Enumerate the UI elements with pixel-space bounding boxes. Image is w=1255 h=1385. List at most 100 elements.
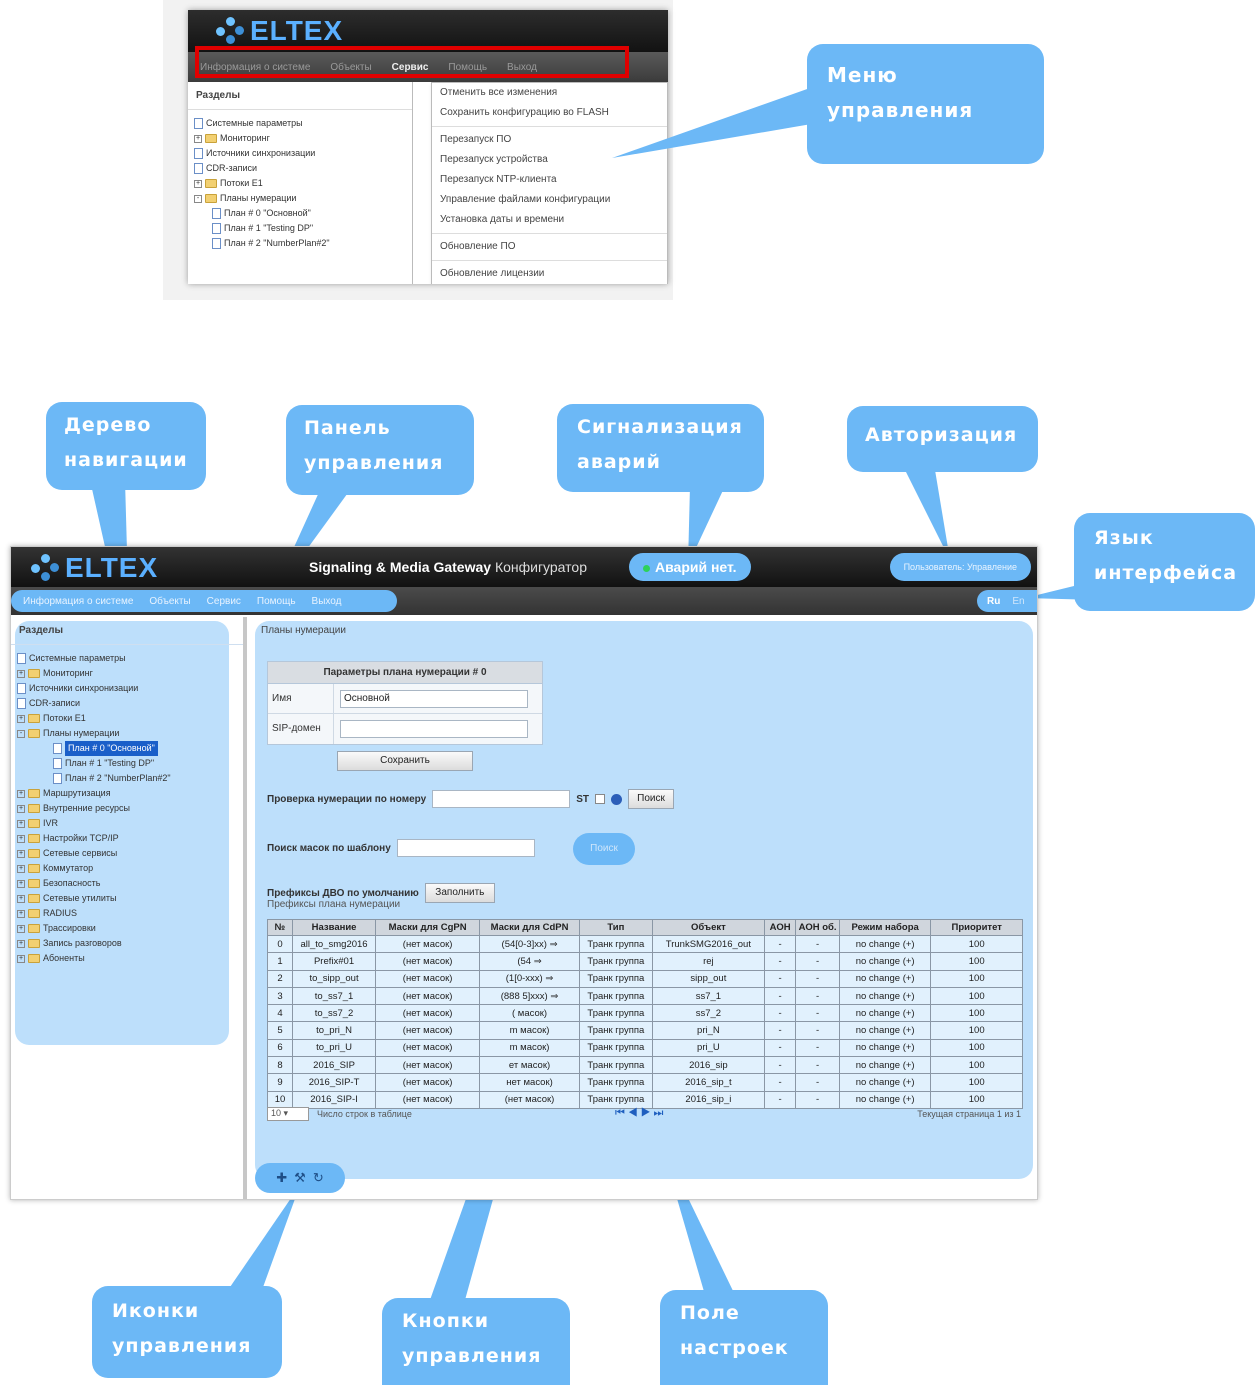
expand-icon[interactable]: + bbox=[17, 864, 25, 873]
tree-item[interactable]: + Внутренние ресурсы bbox=[17, 801, 237, 816]
expand-icon[interactable]: + bbox=[17, 909, 25, 918]
expand-icon[interactable]: + bbox=[17, 849, 25, 858]
main-menu-item[interactable]: Сервис bbox=[207, 596, 241, 607]
main-menu-item[interactable]: Помощь bbox=[257, 596, 296, 607]
dropdown-item[interactable]: Управление файлами конфигурации bbox=[432, 190, 667, 210]
expand-icon[interactable]: + bbox=[17, 924, 25, 933]
tree-item[interactable]: План # 1 "Testing DP" bbox=[17, 756, 237, 771]
prev-page-icon[interactable]: ◀ bbox=[628, 1107, 641, 1119]
dropdown-item[interactable]: Обновление лицензии bbox=[432, 264, 667, 284]
table-row[interactable]: 5 to_pri_N (нет масок) m масок) Транк группа… bbox=[267, 1021, 1023, 1040]
table-row[interactable]: 0 all_to_smg2016 (нет масок) (54[0-3]xx) ⇒ Т… bbox=[267, 934, 1023, 954]
tree-item[interactable]: Системные параметры bbox=[194, 116, 406, 131]
tree-item[interactable]: План # 1 "Testing DP" bbox=[194, 221, 406, 236]
expand-icon[interactable]: + bbox=[194, 179, 202, 188]
column-header[interactable]: Маски для CgPN bbox=[375, 919, 481, 936]
fill-button[interactable]: Заполнить bbox=[424, 883, 495, 903]
expand-icon[interactable]: + bbox=[17, 879, 25, 888]
tree-item[interactable]: + IVR bbox=[17, 816, 237, 831]
alarm-indicator[interactable]: Аварий нет. bbox=[629, 553, 751, 581]
tools-icon[interactable]: ⚒ bbox=[294, 1170, 306, 1186]
expand-icon[interactable]: + bbox=[17, 894, 25, 903]
expand-icon[interactable]: + bbox=[194, 134, 202, 143]
lang-ru-button[interactable]: Ru bbox=[987, 596, 1000, 607]
expand-icon[interactable]: + bbox=[17, 669, 25, 678]
tree-item[interactable]: + Мониторинг bbox=[17, 666, 237, 681]
dropdown-item[interactable]: Перезапуск устройства bbox=[432, 150, 667, 170]
expand-icon[interactable]: + bbox=[17, 789, 25, 798]
tree-item[interactable]: - Планы нумерации bbox=[194, 191, 406, 206]
tree-item[interactable]: + Мониторинг bbox=[194, 131, 406, 146]
mask-search-input[interactable] bbox=[396, 839, 535, 857]
add-icon[interactable]: ✚ bbox=[276, 1170, 287, 1186]
tree-item[interactable]: + Безопасность bbox=[17, 876, 237, 891]
column-header[interactable]: № bbox=[267, 919, 293, 936]
sip-domain-input[interactable] bbox=[340, 720, 528, 738]
last-page-icon[interactable]: ⏭ bbox=[654, 1107, 667, 1119]
tree-item[interactable]: + RADIUS bbox=[17, 906, 237, 921]
tree-item[interactable]: План # 0 "Основной" bbox=[17, 741, 237, 756]
dropdown-item[interactable]: Обновление ПО bbox=[432, 237, 667, 257]
check-number-input[interactable] bbox=[432, 790, 571, 808]
table-row[interactable]: 2 to_sipp_out (нет масок) (1[0-xxx) ⇒ Транк … bbox=[267, 969, 1023, 988]
dropdown-item[interactable]: Установка даты и времени bbox=[432, 210, 667, 230]
table-row[interactable]: 9 2016_SIP-T (нет масок) нет масок) Транк гр… bbox=[267, 1073, 1023, 1092]
tree-item[interactable]: Источники синхронизации bbox=[17, 681, 237, 696]
tree-item[interactable]: + Маршрутизация bbox=[17, 786, 237, 801]
tree-item[interactable]: Системные параметры bbox=[17, 651, 237, 666]
dropdown-item[interactable]: Сохранить конфигурацию во FLASH bbox=[432, 103, 667, 123]
column-header[interactable]: Название bbox=[291, 919, 377, 936]
mask-search-button[interactable]: Поиск bbox=[573, 833, 635, 865]
page-size-select[interactable]: 10 ▾ bbox=[267, 1107, 309, 1121]
check-number-search-button[interactable]: Поиск bbox=[627, 789, 674, 809]
tree-item[interactable]: План # 0 "Основной" bbox=[194, 206, 406, 221]
tree-item[interactable]: + Настройки TCP/IP bbox=[17, 831, 237, 846]
table-row[interactable]: 4 to_ss7_2 (нет масок)( масок) Транк группа… bbox=[267, 1004, 1023, 1023]
expand-icon[interactable]: + bbox=[17, 819, 25, 828]
tree-item[interactable]: CDR-записи bbox=[17, 696, 237, 711]
tree-item[interactable]: + Абоненты bbox=[17, 951, 237, 966]
tree-item[interactable]: + Коммутатор bbox=[17, 861, 237, 876]
user-auth-button[interactable]: Пользователь: Управление bbox=[889, 553, 1031, 581]
first-page-icon[interactable]: ⏮ bbox=[615, 1107, 628, 1119]
table-row[interactable]: 10 2016_SIP-I (нет масок) (нет масок) Транк … bbox=[267, 1090, 1023, 1109]
tree-item[interactable]: CDR-записи bbox=[194, 161, 406, 176]
column-header[interactable]: Маски для CdPN bbox=[479, 919, 580, 936]
table-row[interactable]: 3 to_ss7_1 (нет масок) (888 5]xxx) ⇒ Транк г… bbox=[267, 986, 1023, 1006]
main-menu-item[interactable]: Выход bbox=[312, 596, 342, 607]
column-header[interactable]: Тип bbox=[578, 919, 653, 936]
tree-item[interactable]: + Сетевые утилиты bbox=[17, 891, 237, 906]
tree-item[interactable]: + Трассировки bbox=[17, 921, 237, 936]
expand-icon[interactable]: + bbox=[17, 804, 25, 813]
table-row[interactable]: 8 2016_SIP (нет масок) ет масок) Транк групп… bbox=[267, 1056, 1023, 1075]
tree-item[interactable]: План # 2 "NumberPlan#2" bbox=[17, 771, 237, 786]
main-menu-item[interactable]: Информация о системе bbox=[23, 596, 133, 607]
column-header[interactable]: АОН bbox=[764, 919, 797, 936]
column-header[interactable]: АОН об. bbox=[795, 919, 840, 936]
save-button[interactable]: Сохранить bbox=[337, 751, 473, 771]
tree-item[interactable]: План # 2 "NumberPlan#2" bbox=[194, 236, 406, 251]
main-menu-item[interactable]: Объекты bbox=[149, 596, 190, 607]
dropdown-item[interactable]: Перезапуск ПО bbox=[432, 130, 667, 150]
lang-en-button[interactable]: En bbox=[1012, 596, 1024, 607]
expand-icon[interactable]: + bbox=[17, 714, 25, 723]
st-checkbox[interactable] bbox=[594, 794, 605, 804]
expand-icon[interactable]: + bbox=[17, 954, 25, 963]
refresh-icon[interactable]: ↻ bbox=[313, 1170, 324, 1186]
name-input[interactable]: Основной bbox=[340, 689, 528, 708]
tree-item[interactable]: Источники синхронизации bbox=[194, 146, 406, 161]
dropdown-item[interactable]: Отменить все изменения bbox=[432, 83, 667, 103]
tree-item[interactable]: + Запись разговоров bbox=[17, 936, 237, 951]
tree-item[interactable]: + Потоки E1 bbox=[17, 711, 237, 726]
expand-icon[interactable]: + bbox=[17, 834, 25, 843]
column-header[interactable]: Приоритет bbox=[930, 919, 1023, 936]
table-row[interactable]: 6 to_pri_U (нет масок) m масок) Транк группа… bbox=[267, 1038, 1023, 1058]
column-header[interactable]: Объект bbox=[651, 919, 766, 936]
tree-item[interactable]: + Сетевые сервисы bbox=[17, 846, 237, 861]
tree-item[interactable]: - Планы нумерации bbox=[17, 726, 237, 741]
table-row[interactable]: 1 Prefix#01 (нет масок) (54 ⇒ Транк группа re… bbox=[267, 952, 1023, 971]
collapse-icon[interactable]: - bbox=[194, 194, 202, 203]
expand-icon[interactable]: + bbox=[17, 939, 25, 948]
dropdown-item[interactable]: Перезапуск NTP-клиента bbox=[432, 170, 667, 190]
column-header[interactable]: Режим набора bbox=[838, 919, 932, 936]
